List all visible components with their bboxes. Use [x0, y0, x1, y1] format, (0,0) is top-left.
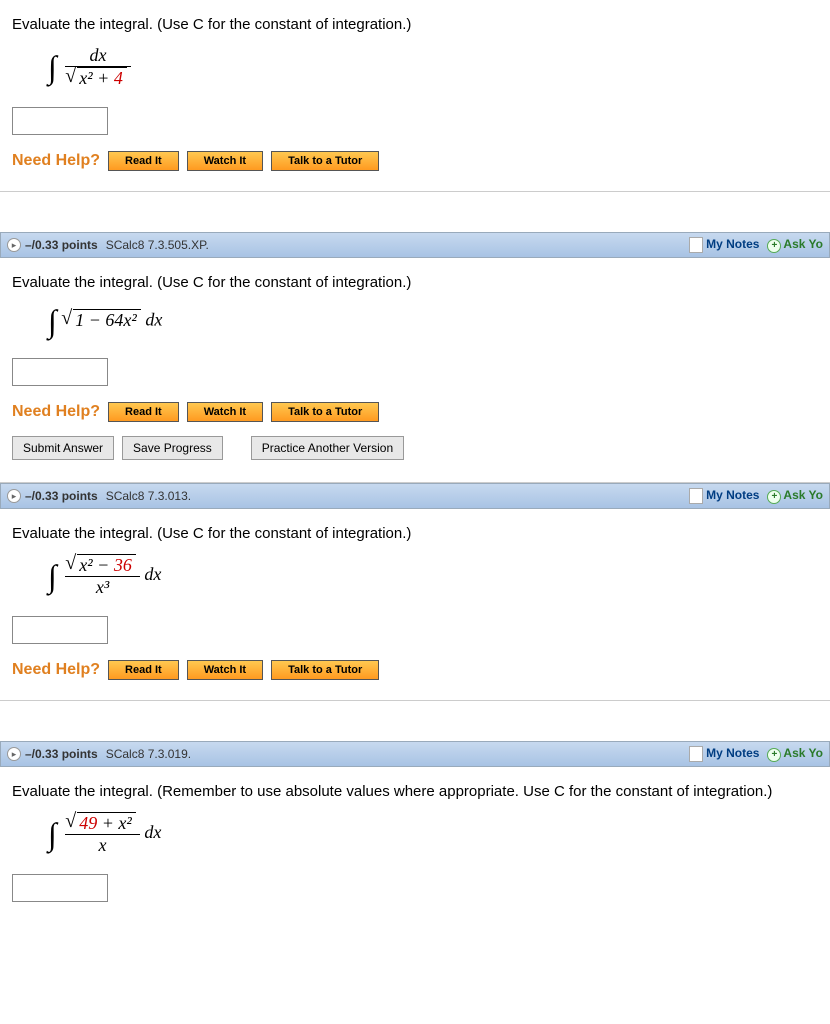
note-icon	[689, 746, 703, 762]
plus-icon: +	[767, 239, 781, 253]
radicand-base: x² −	[79, 555, 114, 575]
num: dx	[90, 45, 107, 65]
talk-tutor-button[interactable]: Talk to a Tutor	[271, 660, 379, 680]
need-help-label: Need Help?	[12, 152, 100, 170]
radicand-constant: 49	[79, 813, 97, 833]
source-label: SCalc8 7.3.013.	[106, 489, 191, 503]
answer-input[interactable]	[12, 358, 108, 386]
need-help-label: Need Help?	[12, 661, 100, 679]
need-help-row: Need Help? Read It Watch It Talk to a Tu…	[8, 145, 822, 177]
question-3: Evaluate the integral. (Use C for the co…	[0, 509, 830, 701]
answer-input[interactable]	[12, 874, 108, 902]
dx: dx	[140, 822, 162, 842]
integral-expression: ∫ 1 − 64x² dx	[8, 295, 822, 352]
talk-tutor-button[interactable]: Talk to a Tutor	[271, 151, 379, 171]
integral-sign: ∫	[48, 558, 57, 595]
integral-sign: ∫	[48, 816, 57, 853]
prompt-text: Evaluate the integral. (Use C for the co…	[8, 517, 822, 546]
practice-another-button[interactable]: Practice Another Version	[251, 436, 404, 460]
question-header-4: ▸ –/0.33 points SCalc8 7.3.019. My Notes…	[0, 741, 830, 767]
integral-sign: ∫	[48, 303, 57, 340]
prompt-text: Evaluate the integral. (Use C for the co…	[8, 266, 822, 295]
talk-tutor-button[interactable]: Talk to a Tutor	[271, 402, 379, 422]
den-base: x² +	[79, 68, 114, 88]
question-1: Evaluate the integral. (Use C for the co…	[0, 0, 830, 192]
expand-icon[interactable]: ▸	[7, 238, 21, 252]
need-help-row: Need Help? Read It Watch It Talk to a Tu…	[8, 396, 822, 428]
prompt-text: Evaluate the integral. (Use C for the co…	[8, 8, 822, 37]
radicand: 1 − 64x²	[75, 310, 137, 330]
answer-input[interactable]	[12, 616, 108, 644]
prompt-span: Evaluate the integral. (Use C for the co…	[12, 16, 411, 33]
integral-expression: ∫ 49 + x² x dx	[8, 804, 822, 868]
expand-icon[interactable]: ▸	[7, 489, 21, 503]
plus-icon: +	[767, 748, 781, 762]
denominator: x	[99, 835, 107, 855]
my-notes-link[interactable]: My Notes	[689, 746, 759, 762]
note-icon	[689, 237, 703, 253]
need-help-row: Need Help? Read It Watch It Talk to a Tu…	[8, 654, 822, 686]
answer-input[interactable]	[12, 107, 108, 135]
my-notes-link[interactable]: My Notes	[689, 237, 759, 253]
read-it-button[interactable]: Read It	[108, 660, 179, 680]
points-label: –/0.33 points	[25, 238, 98, 252]
note-icon	[689, 488, 703, 504]
radicand-constant: 36	[114, 555, 132, 575]
points-label: –/0.33 points	[25, 489, 98, 503]
action-row: Submit Answer Save Progress Practice Ano…	[8, 428, 822, 468]
save-progress-button[interactable]: Save Progress	[122, 436, 223, 460]
source-label: SCalc8 7.3.505.XP.	[106, 238, 209, 252]
denominator: x³	[96, 577, 109, 597]
integral-sign: ∫	[48, 49, 57, 86]
watch-it-button[interactable]: Watch It	[187, 151, 263, 171]
watch-it-button[interactable]: Watch It	[187, 402, 263, 422]
question-header-3: ▸ –/0.33 points SCalc8 7.3.013. My Notes…	[0, 483, 830, 509]
my-notes-link[interactable]: My Notes	[689, 488, 759, 504]
dx: dx	[140, 564, 162, 584]
expand-icon[interactable]: ▸	[7, 747, 21, 761]
question-header-2: ▸ –/0.33 points SCalc8 7.3.505.XP. My No…	[0, 232, 830, 258]
radicand-rest: + x²	[97, 813, 132, 833]
ask-teacher-link[interactable]: +Ask Yo	[767, 237, 823, 253]
watch-it-button[interactable]: Watch It	[187, 660, 263, 680]
need-help-label: Need Help?	[12, 403, 100, 421]
ask-teacher-link[interactable]: +Ask Yo	[767, 746, 823, 762]
submit-answer-button[interactable]: Submit Answer	[12, 436, 114, 460]
points-label: –/0.33 points	[25, 747, 98, 761]
integral-expression: ∫ x² − 36 x³ dx	[8, 546, 822, 610]
question-2: Evaluate the integral. (Use C for the co…	[0, 258, 830, 483]
prompt-text: Evaluate the integral. (Remember to use …	[8, 775, 822, 804]
den-constant: 4	[114, 68, 123, 88]
read-it-button[interactable]: Read It	[108, 402, 179, 422]
question-4: Evaluate the integral. (Remember to use …	[0, 767, 830, 912]
source-label: SCalc8 7.3.019.	[106, 747, 191, 761]
plus-icon: +	[767, 490, 781, 504]
read-it-button[interactable]: Read It	[108, 151, 179, 171]
ask-teacher-link[interactable]: +Ask Yo	[767, 488, 823, 504]
dx: dx	[141, 310, 163, 330]
integral-expression: ∫ dx x² + 4	[8, 37, 822, 101]
